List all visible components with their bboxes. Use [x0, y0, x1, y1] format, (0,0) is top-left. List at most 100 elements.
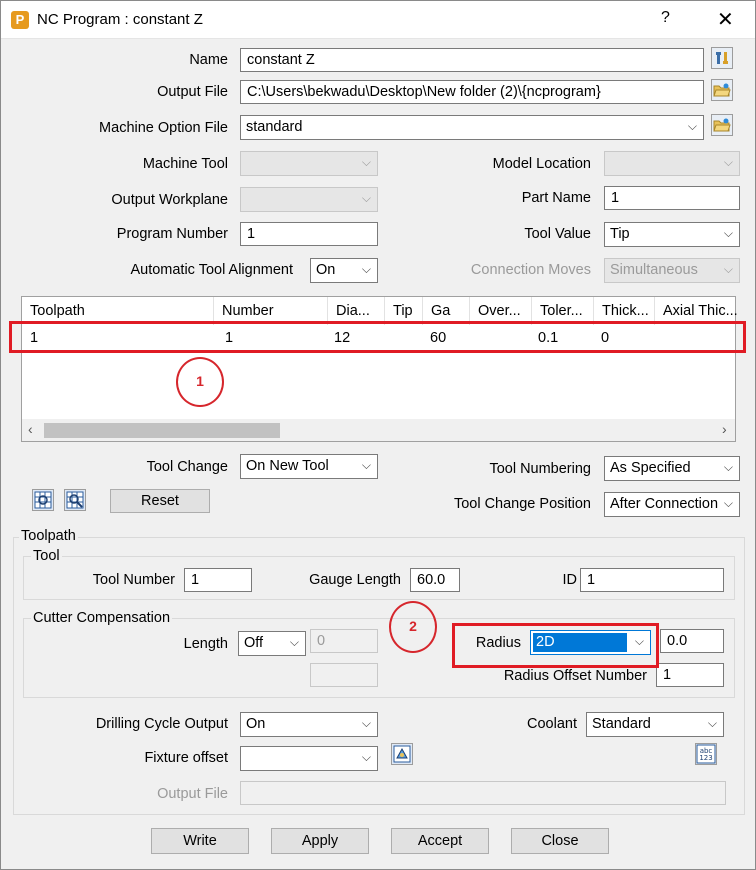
length-select[interactable]: Off ⌵ [238, 631, 306, 656]
chevron-down-icon: ⌵ [723, 460, 733, 474]
tool-search-icon [66, 491, 84, 509]
bottom-output-file-label: Output File [157, 786, 228, 802]
connection-moves-value: Simultaneous [610, 262, 698, 278]
title-bar: P NC Program : constant Z ? ✕ [1, 1, 755, 39]
machine-option-file-select[interactable]: standard ⌵ [240, 115, 704, 140]
program-number-label: Program Number [116, 226, 228, 242]
chevron-down-icon: ⌵ [361, 155, 371, 169]
help-button[interactable]: ? [661, 9, 670, 27]
tool-change-select[interactable]: On New Tool ⌵ [240, 454, 378, 479]
model-location-select[interactable]: ⌵ [604, 151, 740, 176]
tool-number-label: Tool Number [92, 572, 175, 588]
length-label: Length [183, 636, 228, 652]
coolant-select[interactable]: Standard ⌵ [586, 712, 724, 737]
machine-option-browse-button[interactable] [711, 114, 733, 136]
scroll-thumb[interactable] [44, 423, 280, 438]
tool-number-input[interactable]: 1 [184, 568, 252, 592]
svg-text:123: 123 [699, 754, 712, 762]
tool-database-button-1[interactable] [32, 489, 54, 511]
tool-database-button-2[interactable] [64, 489, 86, 511]
coolant-value: Standard [592, 716, 651, 732]
tool-numbering-label: Tool Numbering [489, 461, 591, 477]
chevron-down-icon: ⌵ [361, 458, 371, 472]
chevron-down-icon: ⌵ [723, 262, 733, 276]
cutter-compensation-title: Cutter Compensation [31, 610, 173, 626]
tool-value-select[interactable]: Tip ⌵ [604, 222, 740, 247]
connection-moves-select[interactable]: Simultaneous ⌵ [604, 258, 740, 283]
scroll-left-icon[interactable]: ‹ [28, 421, 33, 437]
machine-tool-label: Machine Tool [142, 156, 228, 172]
chevron-down-icon: ⌵ [361, 262, 371, 276]
fixture-offset-label: Fixture offset [144, 750, 228, 766]
toolpath-group-title: Toolpath [19, 528, 78, 544]
accept-button[interactable]: Accept [391, 828, 489, 854]
machine-option-file-label: Machine Option File [99, 120, 228, 136]
folder-open-icon [713, 83, 731, 97]
output-file-input[interactable]: C:\Users\bekwadu\Desktop\New folder (2)\… [240, 80, 704, 104]
automatic-tool-alignment-label: Automatic Tool Alignment [130, 262, 293, 278]
connection-moves-label: Connection Moves [470, 262, 591, 278]
horizontal-scrollbar[interactable]: ‹ › [22, 419, 735, 441]
app-logo-icon: P [11, 11, 29, 29]
chevron-down-icon: ⌵ [723, 155, 733, 169]
tool-change-label: Tool Change [146, 459, 228, 475]
radius-offset-input[interactable]: 0.0 [660, 629, 724, 653]
drilling-cycle-output-value: On [246, 716, 266, 732]
chevron-down-icon: ⌵ [723, 226, 733, 240]
length-offset-input[interactable]: 0 [310, 629, 378, 653]
radius-offset-number-label: Radius Offset Number [503, 668, 647, 684]
workplane-icon [393, 745, 411, 763]
chevron-down-icon: ⌵ [361, 750, 371, 764]
id-label: ID [562, 572, 578, 588]
fixture-offset-select[interactable]: ⌵ [240, 746, 378, 771]
close-window-button[interactable]: ✕ [717, 7, 734, 32]
nc-program-dialog: P NC Program : constant Z ? ✕ Name const… [0, 0, 756, 870]
scroll-right-icon[interactable]: › [722, 421, 727, 437]
radius-offset-number-input[interactable]: 1 [656, 663, 724, 687]
apply-button[interactable]: Apply [271, 828, 369, 854]
gauge-length-label: Gauge Length [309, 572, 401, 588]
reset-button[interactable]: Reset [110, 489, 210, 513]
gauge-length-input[interactable]: 60.0 [410, 568, 460, 592]
name-input[interactable]: constant Z [240, 48, 704, 72]
part-name-input[interactable]: 1 [604, 186, 740, 210]
tool-change-position-select[interactable]: After Connection ⌵ [604, 492, 740, 517]
output-workplane-label: Output Workplane [111, 192, 228, 208]
tool-change-value: On New Tool [246, 458, 329, 474]
chevron-down-icon: ⌵ [289, 635, 299, 649]
drilling-cycle-output-select[interactable]: On ⌵ [240, 712, 378, 737]
automatic-tool-alignment-select[interactable]: On ⌵ [310, 258, 378, 283]
tool-numbering-value: As Specified [610, 460, 691, 476]
tool-change-position-value: After Connection [610, 496, 719, 512]
output-workplane-select[interactable]: ⌵ [240, 187, 378, 212]
close-button[interactable]: Close [511, 828, 609, 854]
machine-option-file-value: standard [246, 119, 303, 135]
toolpath-table[interactable]: Toolpath Number Dia... Tip Ga Over... To… [21, 296, 737, 442]
write-button[interactable]: Write [151, 828, 249, 854]
annotation-box-2 [452, 623, 659, 668]
program-number-input[interactable]: 1 [240, 222, 378, 246]
chevron-down-icon: ⌵ [361, 191, 371, 205]
tool-grid-icon [34, 491, 52, 509]
part-name-label: Part Name [521, 190, 591, 206]
window-title: NC Program : constant Z [37, 11, 203, 28]
bottom-output-file-input[interactable] [240, 781, 726, 805]
folder-open-icon [713, 118, 731, 132]
output-file-browse-button[interactable] [711, 79, 733, 101]
tool-numbering-select[interactable]: As Specified ⌵ [604, 456, 740, 481]
coolant-label: Coolant [527, 716, 577, 732]
annotation-marker-2: 2 [389, 601, 437, 653]
wrench-icon [716, 52, 728, 64]
annotation-marker-1: 1 [176, 357, 224, 407]
automatic-tool-alignment-value: On [316, 262, 336, 278]
fixture-offset-button[interactable] [391, 743, 413, 765]
abc-123-button[interactable]: abc 123 [695, 743, 717, 765]
abc-123-icon: abc123 [696, 744, 716, 764]
machine-tool-select[interactable]: ⌵ [240, 151, 378, 176]
chevron-down-icon: ⌵ [723, 496, 733, 510]
tool-value-label: Tool Value [524, 226, 591, 242]
length-offset-number-input[interactable] [310, 663, 378, 687]
id-input[interactable]: 1 [580, 568, 724, 592]
output-file-label: Output File [157, 84, 228, 100]
name-tools-button[interactable] [711, 47, 733, 69]
